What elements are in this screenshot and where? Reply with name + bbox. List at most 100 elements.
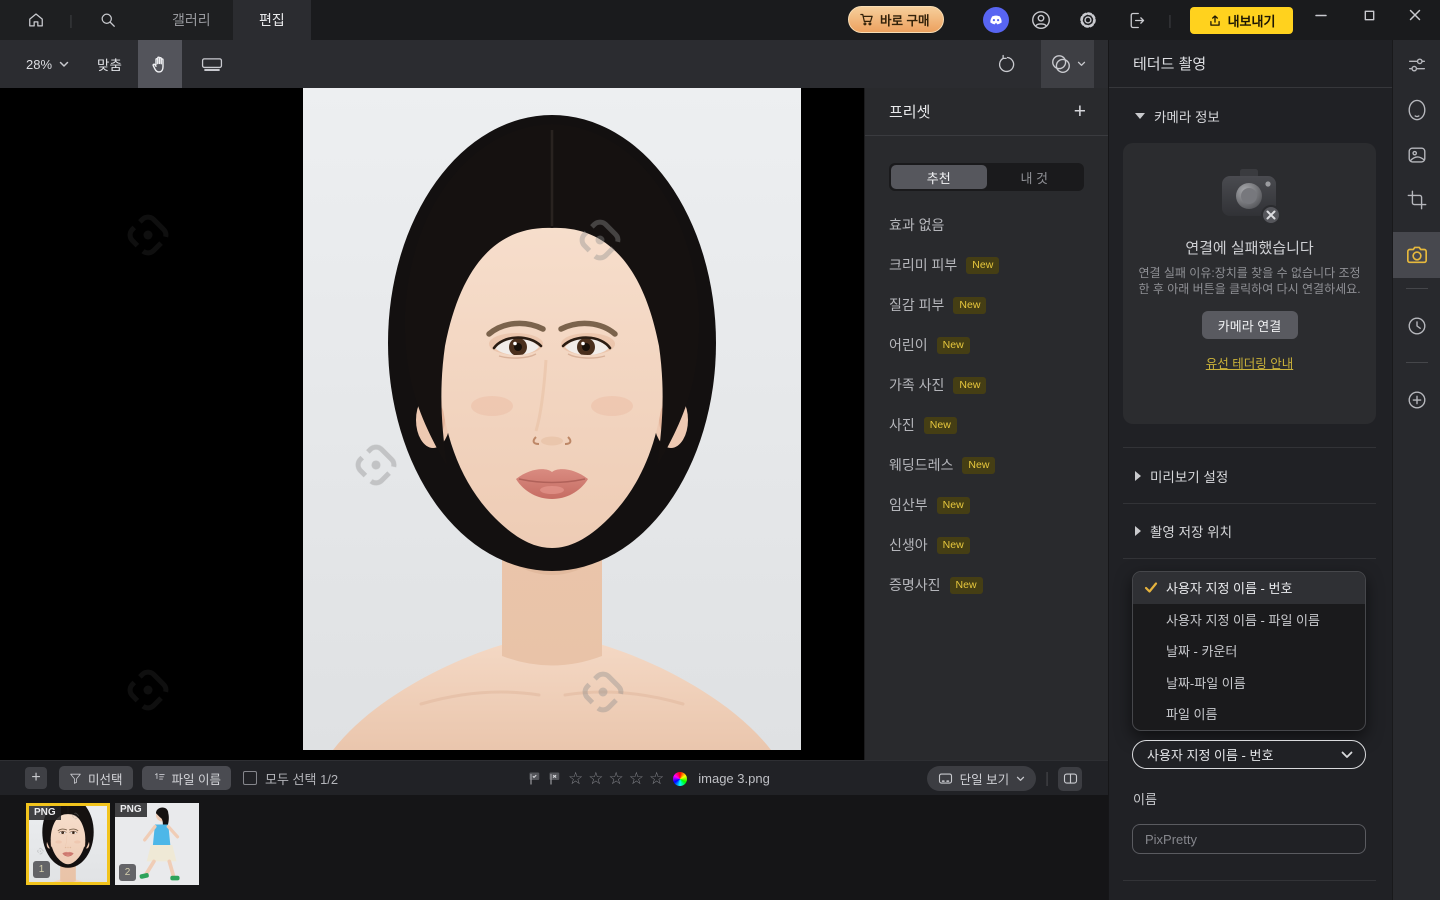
camera-connect-button[interactable]: 카메라 연결 xyxy=(1202,311,1298,339)
buy-now-button[interactable]: 바로 구매 xyxy=(848,6,944,33)
preset-list: 효과 없음 크리미 피부 New 질감 피부 New 어린이 New 가족 사진… xyxy=(865,205,1108,605)
history-tool-button[interactable] xyxy=(1393,303,1440,349)
add-preset-button[interactable]: + xyxy=(1074,101,1086,122)
presets-tab-toggle: 추천 내 것 xyxy=(889,163,1084,191)
naming-option-selected[interactable]: 사용자 지정 이름 - 번호 xyxy=(1133,572,1365,604)
maximize-button[interactable] xyxy=(1354,0,1384,30)
chevron-down-icon xyxy=(1341,751,1353,759)
star-icon[interactable]: ☆ xyxy=(609,769,624,789)
tab-gallery[interactable]: 갤러리 xyxy=(146,0,237,40)
tether-shoot-tool-button[interactable] xyxy=(1393,232,1440,278)
name-input[interactable] xyxy=(1132,824,1366,854)
filmstrip-toolbar: + 미선택 파일 이름 모두 선택 1/2 ☆ xyxy=(0,760,1108,795)
star-icon[interactable]: ☆ xyxy=(588,769,603,789)
divider: | xyxy=(1045,770,1049,787)
close-button[interactable] xyxy=(1400,0,1430,30)
fit-button[interactable]: 맞춤 xyxy=(97,54,122,74)
preview-settings-section[interactable]: 미리보기 설정 xyxy=(1109,464,1228,488)
naming-option[interactable]: 날짜-파일 이름 xyxy=(1133,667,1365,699)
naming-select[interactable]: 사용자 지정 이름 - 번호 xyxy=(1132,740,1366,769)
discord-button[interactable] xyxy=(982,0,1010,40)
account-button[interactable] xyxy=(1027,0,1055,40)
star-icon[interactable]: ☆ xyxy=(568,769,583,789)
sort-icon xyxy=(152,772,166,785)
new-badge: New xyxy=(937,537,970,554)
logout-icon xyxy=(1126,10,1147,31)
preset-item[interactable]: 가족 사진 New xyxy=(865,365,1108,405)
preset-item[interactable]: 어린이 New xyxy=(865,325,1108,365)
zoom-level-dropdown[interactable]: 28% xyxy=(26,57,69,72)
split-view-button[interactable] xyxy=(1058,767,1082,791)
export-button[interactable]: 내보내기 xyxy=(1190,7,1293,34)
naming-option[interactable]: 파일 이름 xyxy=(1133,698,1365,730)
adjustments-tool-button[interactable] xyxy=(1393,42,1440,88)
flag-pick-icon[interactable] xyxy=(528,771,543,786)
connection-error-description: 연결 실패 이유:장치를 찾을 수 없습니다 조정한 후 아래 버튼을 클릭하여… xyxy=(1136,266,1364,297)
save-location-section[interactable]: 촬영 저장 위치 xyxy=(1109,519,1232,543)
naming-select-value: 사용자 지정 이름 - 번호 xyxy=(1147,745,1273,764)
preset-item[interactable]: 임산부 New xyxy=(865,485,1108,525)
thumbnail-2[interactable]: PNG 2 xyxy=(115,803,199,885)
new-badge: New xyxy=(937,497,970,514)
new-badge: New xyxy=(937,337,970,354)
settings-button[interactable] xyxy=(1074,0,1102,40)
color-label-icon[interactable] xyxy=(673,772,687,786)
index-badge: 1 xyxy=(33,861,50,878)
face-retouch-tool-button[interactable] xyxy=(1393,87,1440,133)
new-badge: New xyxy=(953,377,986,394)
thumbnail-1[interactable]: PNG 1 xyxy=(26,803,110,885)
wired-tethering-guide-link[interactable]: 유선 테더링 안내 xyxy=(1123,353,1376,372)
tab-mine[interactable]: 내 것 xyxy=(987,165,1083,189)
camera-info-section[interactable]: 카메라 정보 xyxy=(1109,104,1220,128)
split-view-icon xyxy=(1063,772,1078,785)
minimize-button[interactable] xyxy=(1306,0,1336,30)
new-badge: New xyxy=(950,577,983,594)
preset-item[interactable]: 증명사진 New xyxy=(865,565,1108,605)
hand-tool-button[interactable] xyxy=(138,40,182,88)
filter-tool-button[interactable] xyxy=(1393,132,1440,178)
add-image-button[interactable]: + xyxy=(25,767,47,789)
photo-canvas[interactable] xyxy=(0,88,864,760)
preset-item[interactable]: 웨딩드레스 New xyxy=(865,445,1108,485)
naming-option[interactable]: 날짜 - 카운터 xyxy=(1133,635,1365,667)
preset-item[interactable]: 효과 없음 xyxy=(865,205,1108,245)
buy-now-label: 바로 구매 xyxy=(880,10,929,29)
compare-circles-icon xyxy=(1049,53,1073,75)
upload-icon xyxy=(1208,14,1222,28)
filter-unselected-button[interactable]: 미선택 xyxy=(59,766,133,790)
divider xyxy=(1123,503,1376,504)
sort-by-filename-button[interactable]: 파일 이름 xyxy=(142,766,231,790)
tether-bar-icon xyxy=(200,54,224,74)
star-icon[interactable]: ☆ xyxy=(629,769,644,789)
home-button[interactable] xyxy=(22,0,50,40)
preset-item[interactable]: 크리미 피부 New xyxy=(865,245,1108,285)
tether-bar-tool-button[interactable] xyxy=(190,40,234,88)
image-meta-cluster: ☆ ☆ ☆ ☆ ☆ image 3.png xyxy=(528,761,770,796)
naming-option[interactable]: 사용자 지정 이름 - 파일 이름 xyxy=(1133,604,1365,636)
plus-circle-icon xyxy=(1406,389,1428,411)
select-all-control[interactable]: 모두 선택 1/2 xyxy=(243,769,338,788)
preset-item[interactable]: 사진 New xyxy=(865,405,1108,445)
right-toolbar xyxy=(1392,40,1440,900)
star-icon[interactable]: ☆ xyxy=(649,769,664,789)
view-mode-dropdown[interactable]: 단일 보기 xyxy=(927,766,1036,791)
new-badge: New xyxy=(924,417,957,434)
flag-reject-icon[interactable] xyxy=(548,771,563,786)
preset-item[interactable]: 신생아 New xyxy=(865,525,1108,565)
tab-recommended[interactable]: 추천 xyxy=(891,165,987,189)
search-button[interactable] xyxy=(94,0,122,40)
select-all-checkbox[interactable] xyxy=(243,771,257,785)
crop-icon xyxy=(1406,189,1428,211)
caret-right-icon xyxy=(1135,526,1141,536)
compare-view-button[interactable] xyxy=(1041,40,1094,88)
tab-edit[interactable]: 편집 xyxy=(233,0,311,40)
camera-connection-card: 연결에 실패했습니다 연결 실패 이유:장치를 찾을 수 없습니다 조정한 후 … xyxy=(1123,143,1376,424)
single-view-icon xyxy=(938,772,953,785)
crop-tool-button[interactable] xyxy=(1393,177,1440,223)
add-tool-button[interactable] xyxy=(1393,377,1440,423)
logout-button[interactable] xyxy=(1122,0,1150,40)
view-mode-label: 단일 보기 xyxy=(960,769,1009,788)
divider xyxy=(1123,447,1376,448)
undo-button[interactable] xyxy=(989,54,1025,75)
preset-item[interactable]: 질감 피부 New xyxy=(865,285,1108,325)
